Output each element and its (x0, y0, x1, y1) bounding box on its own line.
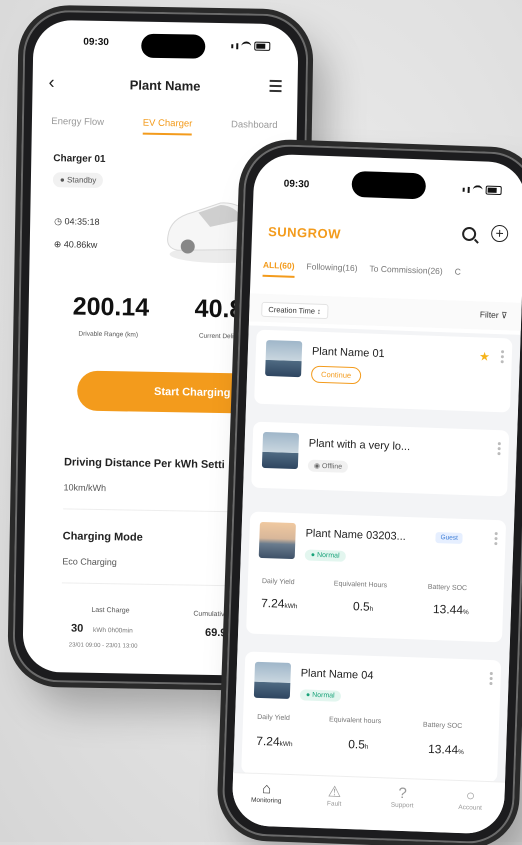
status-badge: ● Normal (299, 689, 341, 702)
charge-power: ⊕ 40.86kw (53, 239, 98, 250)
status-text: Normal (316, 551, 340, 560)
plant-name: Plant Name 04 (300, 667, 374, 682)
nav-support[interactable]: ? Support (376, 778, 428, 832)
filter-label: Filter (479, 309, 499, 321)
plant-card[interactable]: Plant Name 03203... Guest ● Normal Daily… (246, 511, 507, 643)
account-icon: ○ (465, 787, 476, 805)
metric-label: Battery SOC (427, 583, 468, 593)
status-text: Normal (311, 691, 335, 700)
page-title: Plant Name (129, 77, 201, 94)
duration-value: 04:35:18 (64, 216, 100, 227)
last-charge-label: Last Charge (91, 606, 130, 615)
cumulative-label: Cumulative (193, 610, 229, 619)
more-icon[interactable] (497, 442, 501, 457)
filter-button[interactable]: Filter ⊽ (480, 309, 508, 321)
nav-account[interactable]: ○ Account (444, 781, 496, 835)
last-charge-detail: kWh 0h00min (93, 626, 133, 635)
filter-tabs: ALL(60) Following(16) To Commission(26) … (262, 259, 461, 284)
search-icon[interactable] (461, 226, 477, 242)
more-icon[interactable] (500, 350, 505, 365)
plant-thumbnail (253, 661, 292, 700)
battery-icon (254, 41, 271, 51)
plant-card[interactable]: Plant Name 01 Continue ★ (254, 329, 513, 413)
tab-all[interactable]: ALL(60) (262, 259, 295, 278)
warning-icon: ⚠ (327, 783, 342, 801)
wifi-icon (241, 41, 252, 51)
driving-range-value: 200.14 (72, 292, 150, 322)
more-icon[interactable] (494, 532, 498, 547)
help-icon: ? (398, 784, 408, 803)
metric-value: 0.5h (352, 599, 374, 614)
star-icon[interactable]: ★ (479, 349, 490, 363)
tab-to-commission[interactable]: To Commission(26) (369, 264, 443, 284)
dynamic-island (351, 170, 427, 200)
continue-button[interactable]: Continue (310, 365, 362, 385)
status-time: 09:30 (283, 178, 310, 191)
metric-label: Battery SOC (422, 721, 463, 731)
charge-duration: ◷ 04:35:18 (54, 216, 100, 227)
status-badge: ● Standby (52, 172, 104, 188)
status-icons (462, 185, 502, 196)
plant-list: Plant Name 01 Continue ★ Plant with a ve… (232, 325, 521, 795)
wifi-icon (472, 185, 483, 195)
plant-list-screen: 09:30 SUNGROW + ALL(60) Following(16) To… (231, 153, 522, 835)
plant-thumbnail (261, 431, 300, 470)
last-charge-value: 30 (70, 622, 84, 635)
status-icons (231, 41, 271, 51)
metric-value: 0.5h (348, 737, 369, 752)
sungrow-logo: SUNGROW (267, 223, 342, 242)
status-text: Standby (66, 175, 97, 185)
tab-more[interactable]: C (454, 267, 461, 284)
tab-energy-flow[interactable]: Energy Flow (51, 116, 104, 134)
tab-ev-charger[interactable]: EV Charger (142, 117, 193, 136)
sort-button[interactable]: Creation Time ↕ (261, 301, 329, 320)
tab-bar: Energy Flow EV Charger Dashboard (32, 116, 297, 138)
filter-icon: ⊽ (500, 310, 508, 321)
guest-badge: Guest (435, 532, 464, 544)
status-text: Offline (321, 462, 343, 471)
battery-icon (485, 185, 502, 196)
status-time: 09:30 (83, 36, 109, 49)
distance-setting-title[interactable]: Driving Distance Per kWh Setti (64, 456, 225, 471)
plant-thumbnail (265, 339, 303, 378)
tab-following[interactable]: Following(16) (306, 261, 357, 280)
nav-fault[interactable]: ⚠ Fault (308, 776, 360, 830)
metric-value: 7.24kWh (256, 733, 293, 749)
bottom-nav: ⌂ Monitoring ⚠ Fault ? Support ○ Account (231, 772, 506, 835)
plant-name: Plant with a very lo... (308, 437, 411, 454)
status-badge: ◉ Offline (307, 459, 349, 473)
distance-setting-value: 10km/kWh (63, 482, 107, 494)
tab-dashboard[interactable]: Dashboard (231, 119, 278, 137)
plant-name: Plant Name 01 (311, 345, 385, 361)
plant-card[interactable]: Plant Name 04 ● Normal Daily Yield 7.24k… (241, 651, 502, 783)
charging-mode-title[interactable]: Charging Mode (63, 530, 143, 543)
home-icon: ⌂ (261, 780, 272, 798)
sort-bar: Creation Time ↕ Filter ⊽ (248, 293, 522, 331)
metric-value: 7.24kWh (260, 595, 298, 611)
metric-label: Daily Yield (257, 713, 290, 723)
metric-value: 13.44% (432, 601, 469, 617)
status-badge: ● Normal (304, 549, 346, 562)
charging-mode-value: Eco Charging (62, 556, 117, 568)
menu-icon[interactable] (269, 79, 282, 95)
dynamic-island (141, 33, 206, 59)
more-icon[interactable] (489, 671, 493, 687)
charger-name: Charger 01 (53, 153, 106, 166)
cumulative-value: 69.9 (204, 626, 227, 640)
plant-name: Plant Name 03203... (305, 527, 407, 543)
add-icon[interactable]: + (490, 224, 509, 243)
plant-card[interactable]: Plant with a very lo... ◉ Offline (251, 421, 510, 497)
nav-monitoring[interactable]: ⌂ Monitoring (240, 773, 292, 827)
phone-plant-list: 09:30 SUNGROW + ALL(60) Following(16) To… (221, 143, 522, 845)
last-charge-dates: 23/01 09:00 - 23/01 13:00 (68, 642, 138, 650)
plant-thumbnail (258, 521, 296, 560)
current-delivered-value: 40.8 (194, 294, 244, 324)
metric-value: 13.44% (427, 741, 464, 757)
metric-label: Daily Yield (261, 577, 295, 587)
metric-label: Equivalent hours (328, 716, 382, 726)
driving-range-label: Drivable Range (km) (78, 330, 139, 339)
power-value: 40.86kw (63, 239, 98, 250)
metric-label: Equivalent Hours (333, 580, 388, 590)
